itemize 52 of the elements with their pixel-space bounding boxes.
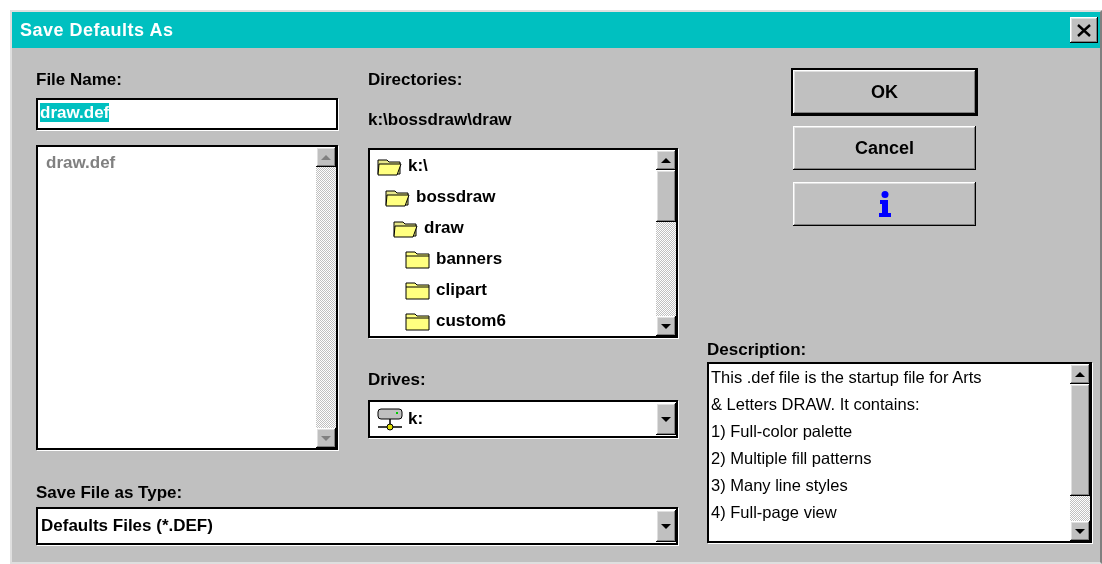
directory-item[interactable]: k:\ bbox=[408, 152, 428, 179]
dropdown-button[interactable] bbox=[656, 403, 676, 435]
dropdown-value: Defaults Files (*.DEF) bbox=[41, 515, 214, 538]
description-line: 3) Many line styles bbox=[710, 475, 849, 496]
field-label: Drives: bbox=[368, 369, 427, 391]
directory-item[interactable]: clipart bbox=[436, 276, 488, 303]
close-button[interactable] bbox=[1070, 17, 1098, 43]
field-label: Directories: bbox=[368, 69, 464, 91]
directory-list[interactable]: k:\ bossdraw draw banners clipart custom6 bbox=[368, 148, 678, 338]
info-icon bbox=[877, 191, 892, 217]
scroll-down-button[interactable] bbox=[656, 316, 676, 336]
scroll-up-button[interactable] bbox=[316, 147, 336, 167]
caret-icon bbox=[661, 523, 671, 529]
close-icon bbox=[1077, 23, 1091, 37]
drive-dropdown[interactable]: k: bbox=[368, 400, 678, 438]
scroll-up-button[interactable] bbox=[1070, 364, 1090, 384]
network-drive-icon bbox=[376, 407, 404, 431]
scroll-up-button[interactable] bbox=[656, 150, 676, 170]
down-arrow-icon bbox=[1075, 528, 1085, 534]
scroll-down-button[interactable] bbox=[1070, 521, 1090, 541]
scrollbar[interactable] bbox=[1070, 364, 1090, 541]
field-label: File Name: bbox=[36, 69, 123, 91]
caret-icon bbox=[661, 416, 671, 422]
scrollbar[interactable] bbox=[316, 147, 336, 448]
window-title: Save Defaults As bbox=[20, 18, 174, 42]
up-arrow-icon bbox=[661, 157, 671, 163]
description-line: 1) Full-color palette bbox=[710, 421, 854, 442]
description-line: This .def file is the startup file for Arts bbox=[710, 367, 983, 388]
down-arrow-icon bbox=[661, 323, 671, 329]
description-line: 2) Multiple fill patterns bbox=[710, 448, 873, 469]
field-label: Description: bbox=[707, 339, 808, 361]
description-line: 4) Full-page view bbox=[710, 502, 838, 523]
directory-item[interactable]: draw bbox=[424, 214, 464, 241]
dialog-button[interactable]: OK bbox=[793, 70, 976, 114]
dialog-button[interactable]: Cancel bbox=[793, 126, 976, 170]
description-line: & Letters DRAW. It contains: bbox=[710, 394, 921, 415]
directory-item[interactable]: custom6 bbox=[436, 307, 506, 334]
scroll-thumb[interactable] bbox=[1070, 384, 1090, 496]
directory-path: k:\bossdraw\draw bbox=[368, 109, 513, 131]
field-label: Save File as Type: bbox=[36, 482, 184, 504]
directory-item[interactable]: bossdraw bbox=[416, 183, 496, 210]
scroll-thumb[interactable] bbox=[656, 170, 676, 222]
up-arrow-icon bbox=[321, 154, 331, 160]
scroll-down-button[interactable] bbox=[316, 428, 336, 448]
file-type-dropdown[interactable]: Defaults Files (*.DEF) bbox=[36, 507, 678, 545]
dropdown-value: k: bbox=[408, 408, 425, 431]
info-button[interactable] bbox=[793, 182, 976, 226]
directory-item[interactable]: banners bbox=[436, 245, 503, 272]
scrollbar[interactable] bbox=[656, 150, 676, 336]
up-arrow-icon bbox=[1075, 371, 1085, 377]
dropdown-button[interactable] bbox=[656, 510, 676, 542]
down-arrow-icon bbox=[321, 435, 331, 441]
